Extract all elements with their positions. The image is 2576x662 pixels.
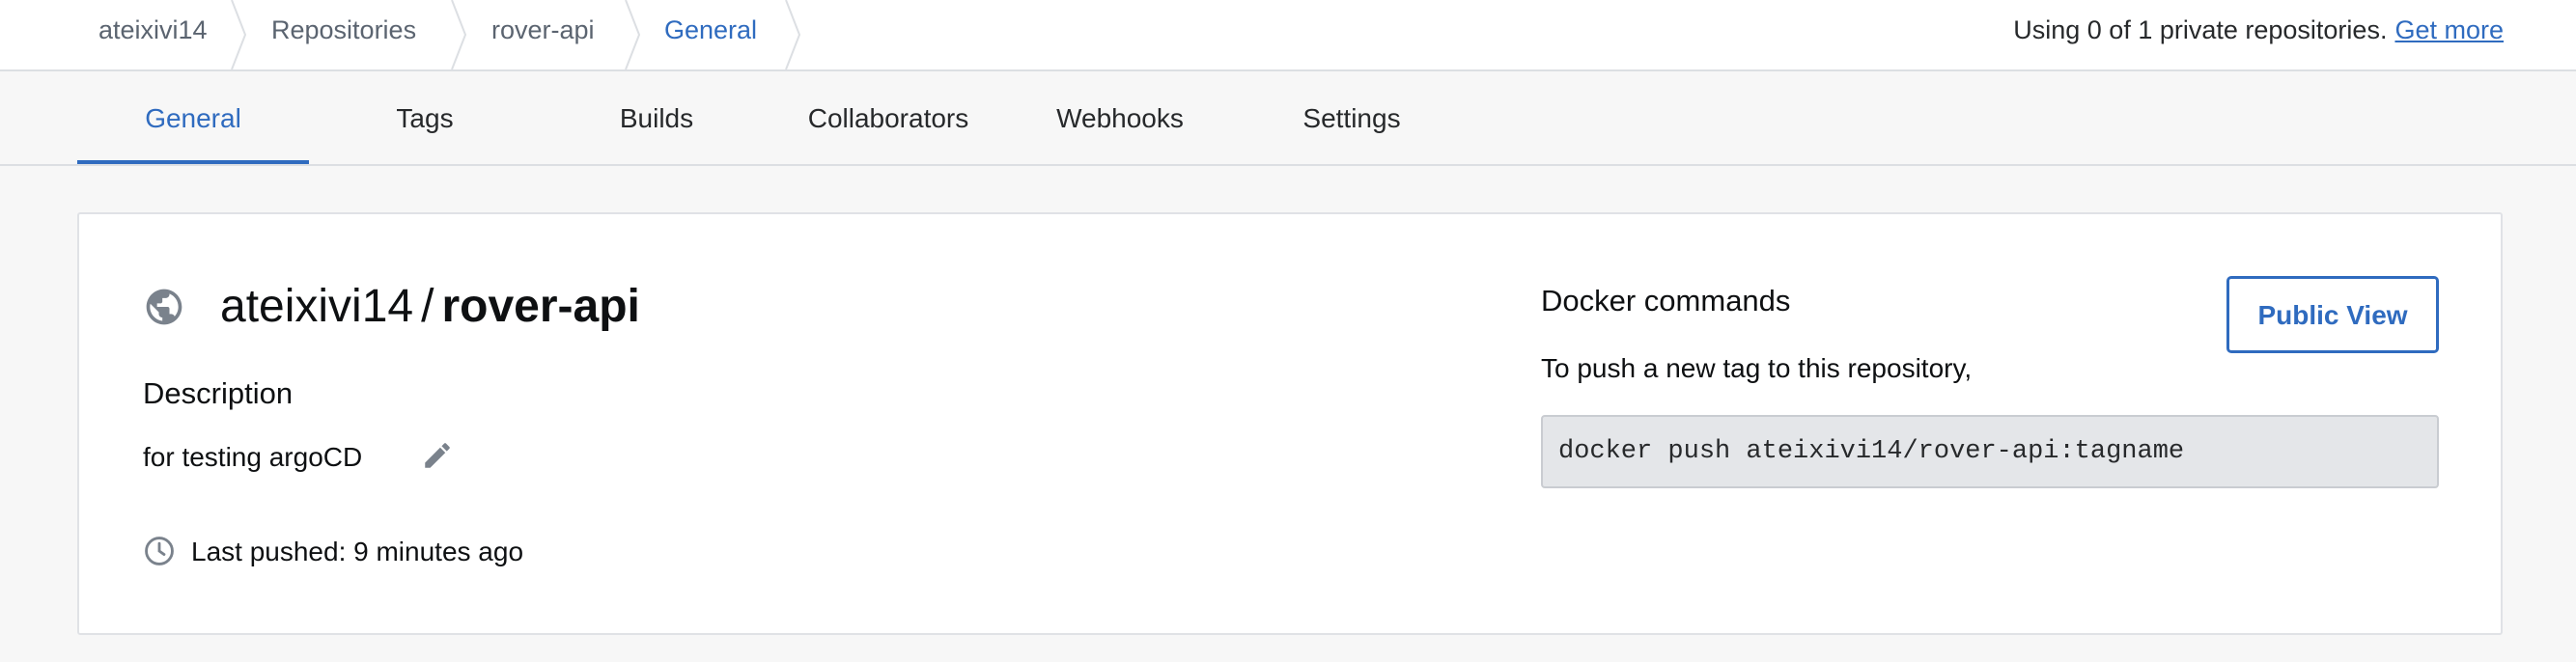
breadcrumb-item-namespace[interactable]: ateixivi14 [98,0,208,69]
breadcrumb-separator-icon [624,0,643,69]
description-heading: Description [143,376,294,410]
breadcrumb-item-repo[interactable]: rover-api [491,0,595,69]
breadcrumb-separator-icon [450,0,469,69]
tab-tags[interactable]: Tags [309,71,541,164]
repo-name: rover-api [441,281,640,332]
tab-bar: General Tags Builds Collaborators Webhoo… [0,71,2576,166]
top-bar: ateixivi14 Repositories rover-api Genera… [0,0,2576,71]
tab-general[interactable]: General [77,71,309,164]
docker-commands-heading: Docker commands [1541,284,1791,317]
globe-icon [143,286,185,328]
repo-title: ateixivi14/rover-api [220,278,640,336]
tab-builds[interactable]: Builds [541,71,772,164]
public-view-button[interactable]: Public View [2226,276,2439,353]
edit-description-icon[interactable] [421,439,454,472]
repo-title-separator: / [421,281,434,332]
clock-icon [143,535,176,567]
repo-namespace: ateixivi14 [220,281,414,332]
breadcrumb-item-repositories[interactable]: Repositories [271,0,416,69]
tab-webhooks[interactable]: Webhooks [1004,71,1236,164]
tab-collaborators[interactable]: Collaborators [772,71,1004,164]
description-text: for testing argoCD [143,442,363,472]
breadcrumb-separator-icon [230,0,249,69]
push-instruction-text: To push a new tag to this repository, [1541,353,1973,383]
docker-push-command[interactable]: docker push ateixivi14/rover-api:tagname [1541,415,2439,488]
last-pushed-text: Last pushed: 9 minutes ago [191,537,524,566]
breadcrumb-item-current: General [664,15,758,44]
breadcrumb-separator-icon [784,0,803,69]
repository-card: ateixivi14/rover-api Description for tes… [77,212,2503,635]
tab-settings[interactable]: Settings [1236,71,1468,164]
private-repo-usage: Using 0 of 1 private repositories. Get mo… [2013,0,2504,60]
private-repo-usage-text: Using 0 of 1 private repositories. [2013,15,2388,44]
get-more-link[interactable]: Get more [2394,15,2504,44]
